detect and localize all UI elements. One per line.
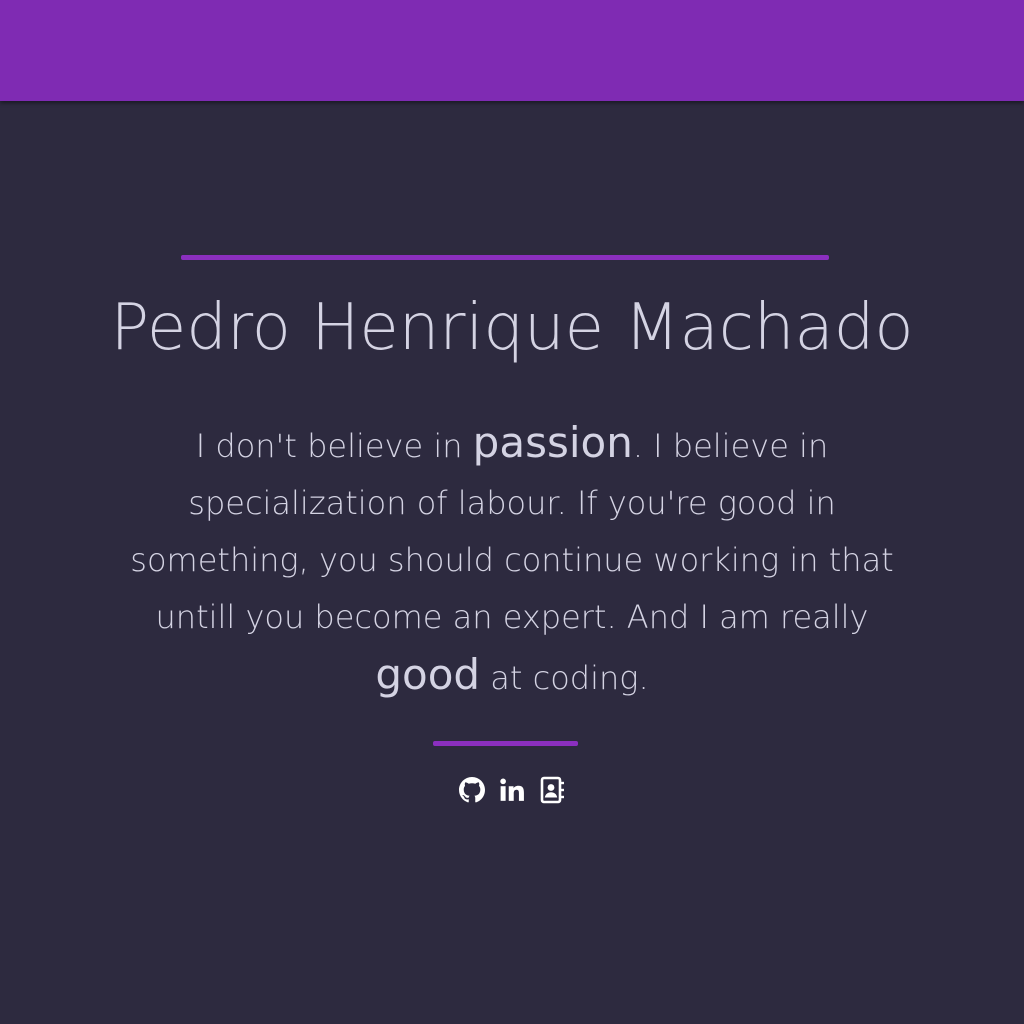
linkedin-icon [500, 778, 524, 801]
bottom-divider [433, 741, 578, 746]
bio-text-1: I don't believe in [195, 427, 473, 465]
top-divider [181, 255, 829, 260]
linkedin-link[interactable] [498, 774, 526, 806]
social-links [0, 774, 1024, 806]
bio-emphasis-passion: passion [472, 418, 633, 467]
bio-emphasis-good: good [375, 650, 481, 699]
contact-book-icon [540, 776, 564, 804]
github-icon [459, 777, 485, 803]
github-link[interactable] [458, 774, 486, 806]
profile-bio: I don't believe in passion. I believe in… [120, 414, 904, 707]
profile-name: Pedro Henrique Machado [110, 291, 914, 365]
contact-link[interactable] [538, 774, 566, 806]
top-bar [0, 0, 1024, 101]
bio-text-3: at coding. [480, 659, 649, 697]
